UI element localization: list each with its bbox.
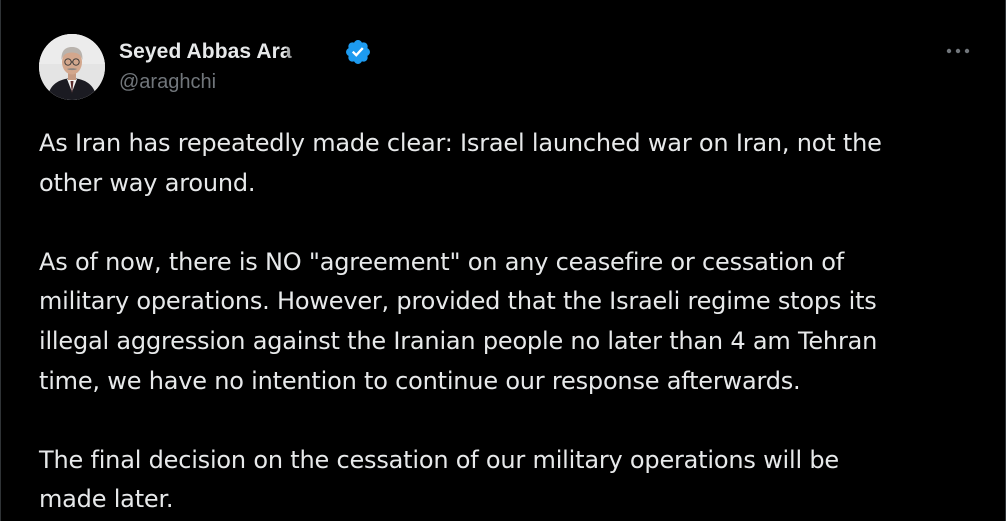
tweet-card: Seyed Abbas Ara @araghchi As Iran has re… <box>0 0 1006 521</box>
tweet-text: As Iran has repeatedly made clear: Israe… <box>39 124 969 520</box>
tweet-paragraph-2: As of now, there is NO "agreement" on an… <box>39 247 878 395</box>
author-handle[interactable]: @araghchi <box>119 71 216 94</box>
tweet-paragraph-1: As Iran has repeatedly made clear: Israe… <box>39 129 882 197</box>
profile-photo-icon <box>39 34 105 100</box>
author-display-name[interactable]: Seyed Abbas Ara <box>119 40 292 64</box>
tweet-paragraph-3: The final decision on the cessation of o… <box>39 445 839 514</box>
name-truncation-fade <box>285 39 344 65</box>
author-name-row: Seyed Abbas Ara <box>119 37 372 67</box>
verified-badge-icon[interactable] <box>344 38 372 66</box>
ellipsis-icon <box>946 48 970 54</box>
more-options-button[interactable] <box>941 38 975 64</box>
author-avatar[interactable] <box>39 34 105 100</box>
